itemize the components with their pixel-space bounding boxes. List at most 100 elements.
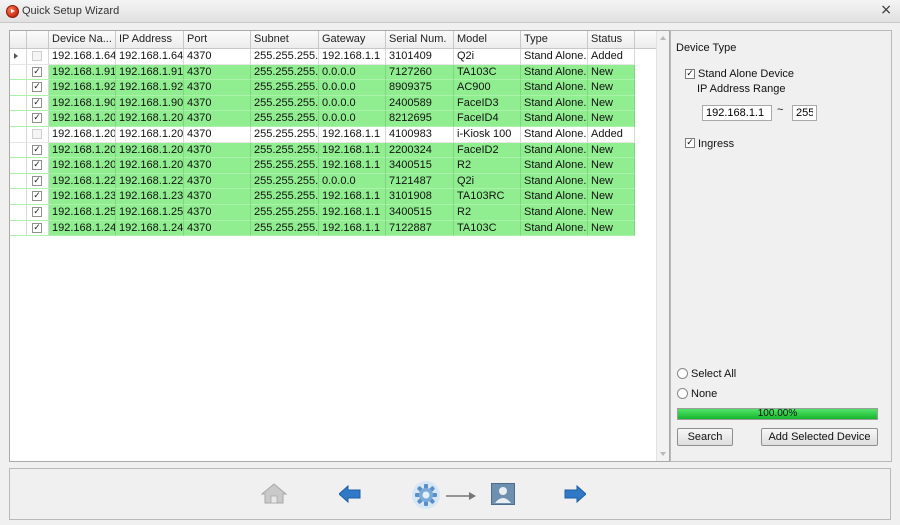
status-cell: New [588,111,635,127]
table-row[interactable]: ✓ 192.168.1.222 192.168.1.222 4370 255.255.2… [10,173,656,190]
table-row[interactable]: 192.168.1.207 192.168.1.207 4370 255.255.25… [10,126,656,143]
column-device-name-header[interactable]: Device Na... [49,31,116,48]
row-checkbox-cell: ✓ [27,64,49,81]
column-port-header[interactable]: Port [184,31,251,48]
row-checkbox-cell: ✓ [27,142,49,159]
add-selected-device-button[interactable]: Add Selected Device [761,428,878,446]
user-profile-icon[interactable] [491,483,515,508]
row-selector[interactable] [10,189,27,205]
port-cell: 4370 [184,126,251,143]
row-checkbox-cell: ✓ [27,204,49,221]
model-cell: TA103C [454,220,521,237]
none-radio[interactable] [677,388,688,399]
row-checkbox[interactable]: ✓ [32,222,42,233]
type-cell: Stand Alone... [521,142,588,159]
row-checkbox[interactable]: ✓ [32,160,42,171]
column-serial-num-header[interactable]: Serial Num. [386,31,454,48]
device-name-cell: 192.168.1.209 [49,158,116,174]
table-row[interactable]: ✓ 192.168.1.92 192.168.1.92 4370 255.255.255… [10,80,656,96]
back-arrow-icon[interactable] [338,484,361,506]
row-selector[interactable] [10,142,27,159]
column-subnet-header[interactable]: Subnet [251,31,319,48]
row-selector[interactable] [10,95,27,112]
row-checkbox[interactable]: ✓ [32,97,42,108]
row-checkbox-cell: ✓ [27,95,49,112]
row-selector[interactable] [10,64,27,81]
progress-bar: 100.00% [677,408,878,420]
table-row[interactable]: ✓ 192.168.1.206 192.168.1.206 4370 255.255.2… [10,142,656,159]
row-selector[interactable] [10,173,27,190]
table-row[interactable]: ✓ 192.168.1.91 192.168.1.91 4370 255.255.255… [10,64,656,81]
row-selector[interactable] [10,126,27,143]
table-row[interactable]: ✓ 192.168.1.209 192.168.1.209 4370 255.255.2… [10,158,656,174]
ip-range-separator: ~ [777,104,784,116]
model-cell: i-Kiosk 100 [454,126,521,143]
row-selector[interactable] [10,158,27,174]
ingress-checkbox[interactable]: ✓ [685,138,695,148]
table-row[interactable]: ✓ 192.168.1.237 192.168.1.237 4370 255.255.2… [10,189,656,205]
scroll-down-icon[interactable] [660,452,666,456]
port-cell: 4370 [184,64,251,81]
arrow-connector-icon [446,491,476,503]
status-cell: Added [588,49,635,65]
device-name-cell: 192.168.1.222 [49,173,116,190]
row-checkbox[interactable] [32,128,42,139]
gear-icon[interactable] [411,480,441,513]
row-checkbox-cell: ✓ [27,220,49,237]
status-cell: New [588,220,635,237]
row-checkbox[interactable]: ✓ [32,66,42,77]
column-model-header[interactable]: Model [454,31,521,48]
serial-num-cell: 7127260 [386,64,454,81]
table-row[interactable]: ✓ 192.168.1.201 192.168.1.201 4370 255.255.2… [10,111,656,127]
type-cell: Stand Alone... [521,220,588,237]
model-cell: R2 [454,158,521,174]
scroll-up-icon[interactable] [660,36,666,40]
gateway-cell: 0.0.0.0 [319,95,386,112]
ip-start-input[interactable] [702,105,772,121]
row-selector[interactable] [10,204,27,221]
row-selector[interactable] [10,111,27,127]
device-name-cell: 192.168.1.91 [49,64,116,81]
grid-header: Device Na... IP Address Port Subnet Gateway S… [10,31,656,49]
row-checkbox[interactable]: ✓ [32,175,42,186]
subnet-cell: 255.255.255.0 [251,158,319,174]
row-checkbox[interactable] [32,51,42,61]
ip-end-input[interactable] [792,105,817,121]
column-status-header[interactable]: Status [588,31,635,48]
forward-arrow-icon[interactable] [564,484,587,506]
column-ip-address-header[interactable]: IP Address [116,31,184,48]
close-icon[interactable]: × [880,2,892,18]
vertical-scrollbar[interactable] [656,31,669,461]
select-all-radio[interactable] [677,368,688,379]
ip-address-cell: 192.168.1.92 [116,80,184,96]
table-row[interactable]: 192.168.1.64 192.168.1.64 4370 255.255.255.… [10,49,656,65]
row-selector[interactable] [10,220,27,237]
type-cell: Stand Alone... [521,126,588,143]
table-row[interactable]: ✓ 192.168.1.247 192.168.1.247 4370 255.255.2… [10,220,656,237]
column-gateway-header[interactable]: Gateway [319,31,386,48]
row-checkbox[interactable]: ✓ [32,82,42,93]
type-cell: Stand Alone... [521,95,588,112]
port-cell: 4370 [184,111,251,127]
status-cell: New [588,189,635,205]
column-type-header[interactable]: Type [521,31,588,48]
table-row[interactable]: ✓ 192.168.1.90 192.168.1.90 4370 255.255.255… [10,95,656,112]
gateway-cell: 192.168.1.1 [319,158,386,174]
serial-num-cell: 8212695 [386,111,454,127]
stand-alone-checkbox[interactable]: ✓ [685,69,695,79]
search-button[interactable]: Search [677,428,733,446]
row-selector[interactable] [10,80,27,96]
table-row[interactable]: ✓ 192.168.1.255 192.168.1.255 4370 255.255.2… [10,204,656,221]
row-checkbox[interactable]: ✓ [32,144,42,155]
home-icon[interactable] [260,482,288,507]
ip-address-cell: 192.168.1.90 [116,95,184,112]
subnet-cell: 255.255.255.0 [251,126,319,143]
row-checkbox[interactable]: ✓ [32,113,42,124]
device-name-cell: 192.168.1.92 [49,80,116,96]
serial-num-cell: 2400589 [386,95,454,112]
row-checkbox[interactable]: ✓ [32,191,42,202]
row-checkbox[interactable]: ✓ [32,206,42,217]
header-row-selector [10,31,27,48]
model-cell: TA103RC [454,189,521,205]
row-selector[interactable] [10,49,27,65]
